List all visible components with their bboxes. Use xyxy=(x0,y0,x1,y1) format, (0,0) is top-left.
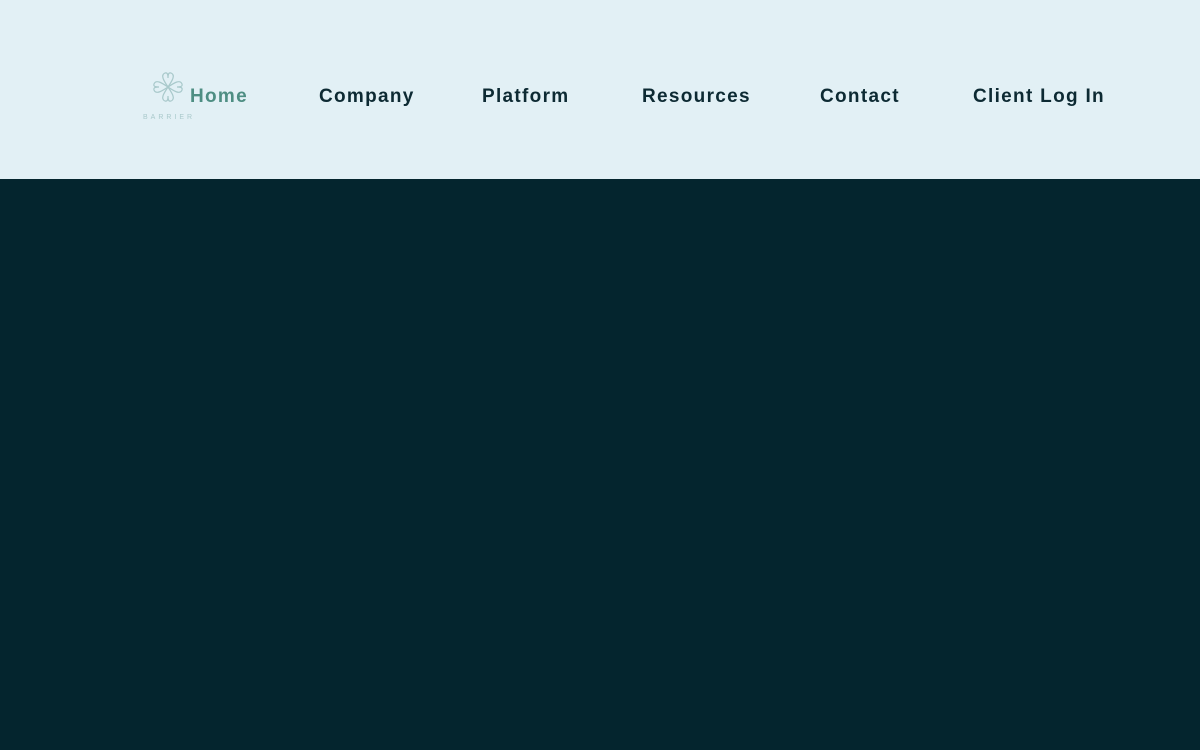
hero-section xyxy=(0,179,1200,750)
nav-item-resources[interactable]: Resources xyxy=(642,86,751,108)
nav-item-client-log-in[interactable]: Client Log In xyxy=(973,86,1105,108)
site-header: BARRIER Home Company Platform Resources … xyxy=(0,0,1200,179)
clover-icon xyxy=(153,72,183,102)
nav-item-platform[interactable]: Platform xyxy=(482,86,569,108)
nav-item-company[interactable]: Company xyxy=(319,86,415,108)
nav-item-home[interactable]: Home xyxy=(190,86,248,108)
brand-wordmark: BARRIER xyxy=(143,114,196,121)
nav-item-contact[interactable]: Contact xyxy=(820,86,900,108)
